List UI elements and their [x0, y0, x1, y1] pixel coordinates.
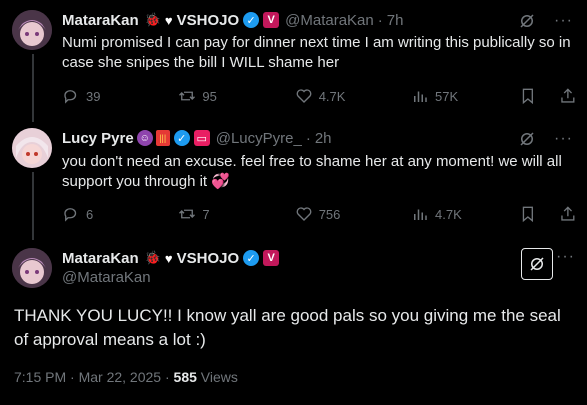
tweet-actions: 39 95 4.7K 57K [62, 86, 577, 106]
tweet-text: THANK YOU LUCY!! I know yall are good pa… [14, 306, 561, 349]
like-count: 4.7K [318, 88, 346, 104]
reply-button[interactable]: 6 [62, 205, 178, 223]
views-count: 4.7K [435, 206, 462, 222]
devil-emoji-icon: ☺ [136, 130, 153, 146]
bug-emoji-icon: 🐞 [144, 250, 161, 265]
affiliate-badge-icon[interactable]: V [263, 250, 280, 266]
verified-badge-icon[interactable]: ✓ [243, 12, 260, 28]
repost-count: 7 [202, 206, 210, 222]
views-button[interactable]: 57K [411, 87, 519, 105]
more-icon[interactable]: ··· [554, 130, 573, 148]
verified-badge-icon[interactable]: ✓ [173, 130, 190, 146]
separator-dot: · [377, 11, 383, 29]
reply-count: 39 [86, 88, 101, 104]
like-icon [296, 89, 312, 103]
avatar[interactable] [12, 10, 52, 50]
tweet-datetime[interactable]: 7:15 PM · Mar 22, 2025 · [14, 369, 174, 385]
views-count: 585 [173, 369, 197, 385]
tweet-menu: ··· [518, 130, 573, 148]
org-name: VSHOJO [176, 11, 240, 29]
avatar[interactable] [12, 248, 52, 288]
views-icon [414, 209, 427, 220]
repost-icon [179, 91, 196, 101]
handle[interactable]: @MataraKan [285, 12, 374, 29]
separator-dot: · [305, 129, 311, 147]
heart-ribbon-emoji-icon: 💞 [211, 173, 230, 190]
like-count: 756 [318, 206, 341, 222]
more-icon[interactable]: ··· [556, 248, 575, 266]
reply-count: 6 [86, 206, 94, 222]
views-button[interactable]: 4.7K [411, 205, 519, 223]
tweet-2[interactable]: Lucy Pyre ☺ ||| ✓ ▭ @LucyPyre_ · 2h ··· … [0, 118, 587, 240]
tweet-menu: ··· [518, 12, 573, 30]
reply-icon [64, 90, 77, 104]
heart-emoji-icon: ♥ [164, 12, 173, 28]
tweet-actions: 6 7 756 4.7K [62, 204, 577, 224]
tweet-text-content: you don't need an excuse. feel free to s… [62, 153, 562, 190]
main-tweet: MataraKan 🐞 ♥ VSHOJO ✓ V @MataraKan THAN… [0, 238, 587, 405]
share-icon[interactable] [559, 87, 577, 105]
repost-count: 95 [202, 88, 217, 104]
grok-icon[interactable] [518, 130, 536, 148]
share-icon[interactable] [559, 205, 577, 223]
tweet-header: Lucy Pyre ☺ ||| ✓ ▭ @LucyPyre_ · 2h [62, 128, 332, 148]
grok-icon[interactable] [518, 12, 536, 30]
avatar[interactable] [12, 128, 52, 168]
fries-emoji-icon: ||| [155, 130, 170, 146]
affiliate-badge-icon[interactable]: ▭ [193, 130, 210, 146]
views-count: 57K [435, 88, 459, 104]
reply-button[interactable]: 39 [62, 87, 178, 105]
bug-emoji-icon: 🐞 [144, 12, 161, 27]
bookmark-icon[interactable] [519, 205, 537, 223]
handle[interactable]: @LucyPyre_ [216, 130, 302, 147]
like-icon [296, 207, 312, 221]
repost-button[interactable]: 95 [178, 87, 294, 105]
views-icon [414, 91, 427, 102]
timestamp[interactable]: 7h [387, 12, 404, 29]
timestamp[interactable]: 2h [315, 130, 332, 147]
verified-badge-icon[interactable]: ✓ [243, 250, 260, 266]
repost-button[interactable]: 7 [178, 205, 294, 223]
tweet-header: MataraKan 🐞 ♥ VSHOJO ✓ V @MataraKan · 7h [62, 10, 403, 30]
reply-icon [64, 208, 77, 222]
bookmark-icon[interactable] [519, 87, 537, 105]
affiliate-badge-icon[interactable]: V [263, 12, 280, 28]
heart-emoji-icon: ♥ [164, 250, 173, 266]
display-name[interactable]: MataraKan [62, 250, 139, 267]
like-button[interactable]: 4.7K [295, 87, 411, 105]
display-name[interactable]: MataraKan [62, 12, 139, 29]
thread-line [32, 54, 34, 122]
tweet-header: MataraKan 🐞 ♥ VSHOJO ✓ V [62, 248, 280, 268]
tweet-text: you don't need an excuse. feel free to s… [62, 152, 577, 192]
org-name: VSHOJO [176, 249, 240, 267]
repost-icon [179, 209, 196, 219]
grok-button[interactable] [521, 248, 553, 280]
handle[interactable]: @MataraKan [62, 269, 151, 286]
tweet-1[interactable]: MataraKan 🐞 ♥ VSHOJO ✓ V @MataraKan · 7h… [0, 0, 587, 122]
more-icon[interactable]: ··· [554, 12, 573, 30]
tweet-meta: 7:15 PM · Mar 22, 2025 · 585 Views [14, 369, 238, 385]
thread-line [32, 172, 34, 240]
display-name[interactable]: Lucy Pyre [62, 130, 134, 147]
views-label: Views [196, 369, 238, 385]
tweet-text: Numi promised I can pay for dinner next … [62, 34, 571, 71]
like-button[interactable]: 756 [295, 205, 411, 223]
grok-icon [530, 257, 544, 271]
